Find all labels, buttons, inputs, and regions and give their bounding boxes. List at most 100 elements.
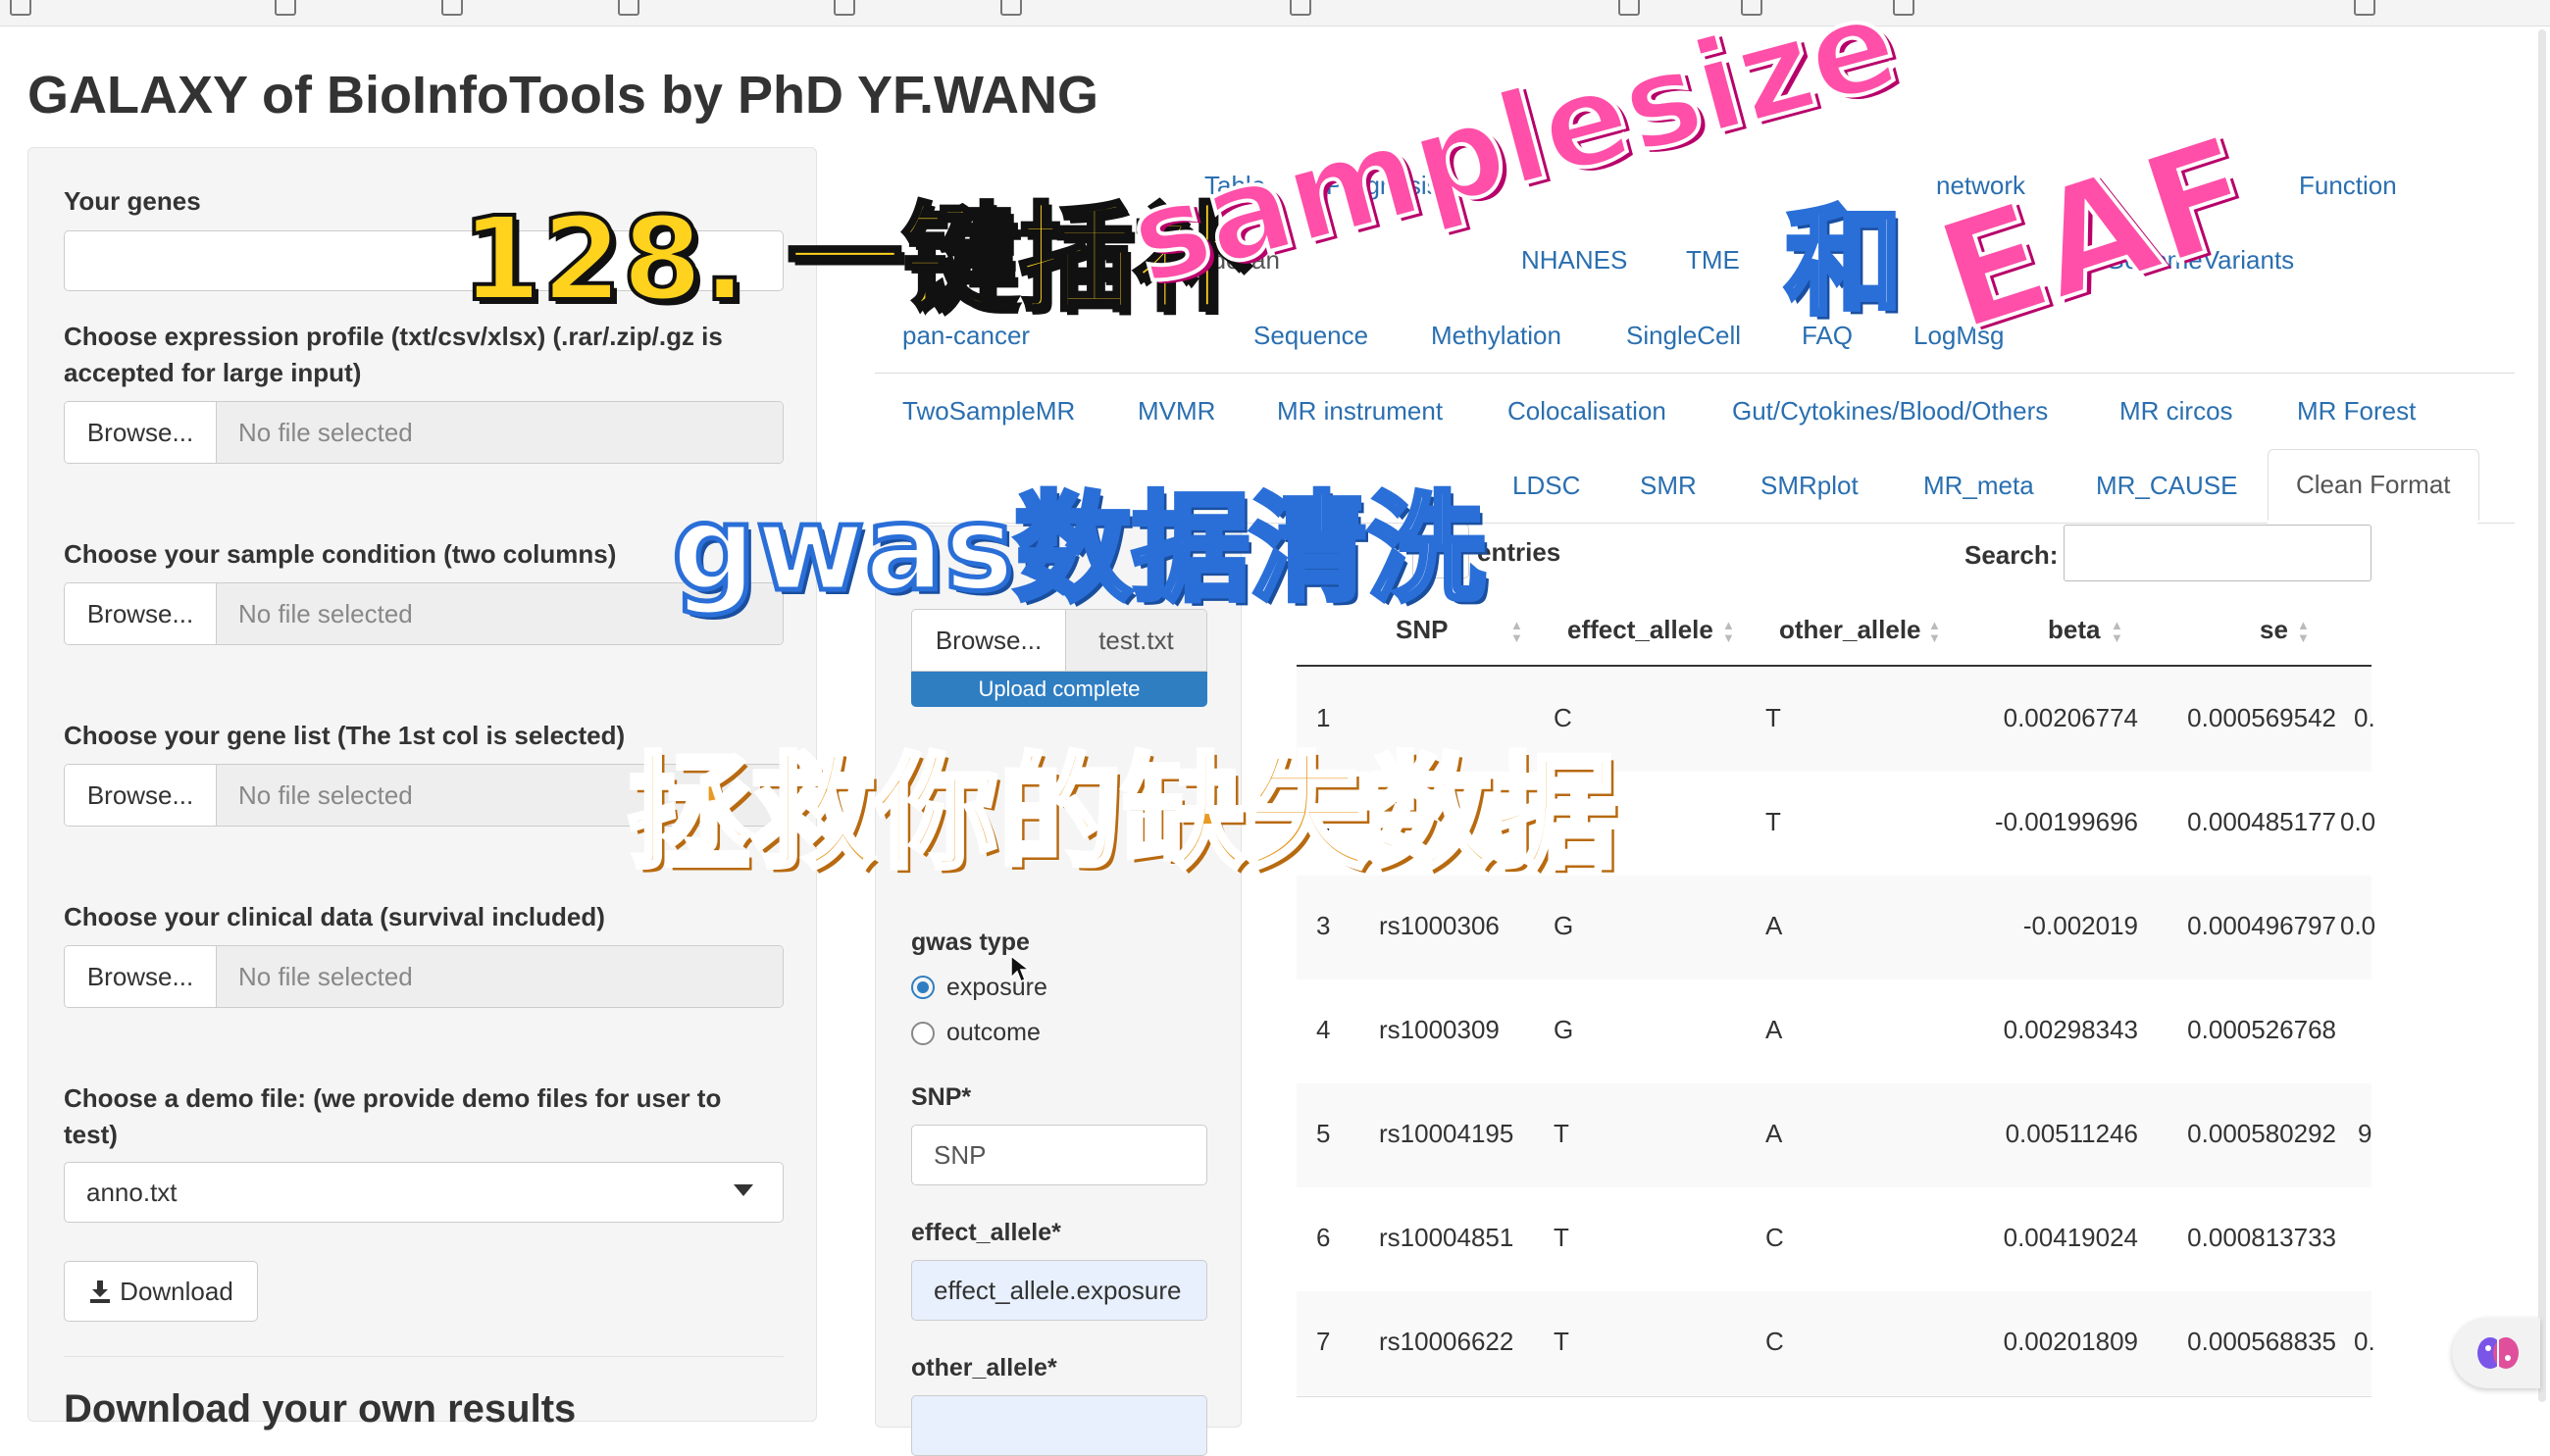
tab-divider	[875, 373, 2515, 374]
cell-extra: 0.0	[2340, 807, 2376, 836]
cell-index: 4	[1316, 1015, 1331, 1044]
cell-index: 6	[1316, 1223, 1331, 1252]
sort-icon[interactable]: ▲ ▼	[2111, 619, 2123, 644]
browse-button[interactable]: Browse...	[65, 765, 217, 826]
download-results-heading: Download your own results	[64, 1387, 577, 1431]
cell-effect-allele: G	[1554, 1015, 1574, 1044]
browse-button[interactable]: Browse...	[65, 583, 217, 644]
bookmarks-bar	[0, 0, 2550, 26]
bookmark-item[interactable]	[834, 0, 867, 18]
folder-icon	[834, 0, 855, 16]
tab-nhanes[interactable]: NHANES	[1521, 245, 1627, 276]
folder-icon	[1290, 0, 1311, 16]
tab-smrplot[interactable]: SMRplot	[1760, 471, 1859, 501]
cell-other-allele: A	[1765, 1015, 1783, 1044]
tab-mr-circos[interactable]: MR circos	[2119, 396, 2233, 427]
header-other-allele[interactable]: other_allele	[1779, 615, 1921, 645]
caption-and: 和	[1783, 193, 1906, 334]
tab-mr-forest[interactable]: MR Forest	[2297, 396, 2416, 427]
table-row[interactable]: 5 rs10004195 T A 0.00511246 0.000580292 …	[1297, 1083, 2372, 1187]
cell-beta: 0.00419024	[2003, 1223, 2138, 1252]
effect-allele-label: effect_allele*	[911, 1219, 1061, 1246]
folder-icon	[275, 0, 296, 16]
demo-file-label: Choose a demo file: (we provide demo fil…	[64, 1083, 722, 1113]
bookmark-item[interactable]	[1290, 0, 1323, 18]
expression-label-2: accepted for large input)	[64, 358, 362, 387]
tab-colocalisation[interactable]: Colocalisation	[1507, 396, 1666, 427]
tab-function[interactable]: Function	[2299, 171, 2397, 201]
download-label: Download	[120, 1276, 233, 1306]
sort-icon[interactable]: ▲ ▼	[2297, 619, 2310, 644]
folder-icon	[618, 0, 639, 16]
header-effect-allele[interactable]: effect_allele	[1567, 615, 1713, 645]
radio-exposure[interactable]	[911, 976, 935, 999]
browse-button[interactable]: Browse...	[65, 946, 217, 1007]
caption-eaf: EAF	[1918, 103, 2274, 367]
bookmark-item[interactable]	[618, 0, 651, 18]
cell-other-allele: T	[1765, 703, 1781, 732]
tab-twosamplemr[interactable]: TwoSampleMR	[902, 396, 1075, 427]
tab-ldsc[interactable]: LDSC	[1512, 471, 1580, 501]
cell-index: 5	[1316, 1119, 1331, 1148]
demo-file-select[interactable]: anno.txt	[64, 1162, 784, 1223]
bookmark-item[interactable]	[2354, 0, 2387, 18]
tab-methylation[interactable]: Methylation	[1431, 321, 1561, 351]
bookmark-item[interactable]	[275, 0, 308, 18]
table-row[interactable]: 4 rs1000309 G A 0.00298343 0.000526768	[1297, 979, 2372, 1083]
header-se[interactable]: se	[2260, 615, 2288, 645]
tab-smr[interactable]: SMR	[1640, 471, 1697, 501]
table-row[interactable]: 7 rs10006622 T C 0.00201809 0.000568835 …	[1297, 1291, 2375, 1395]
sort-icon[interactable]: ▲ ▼	[1510, 619, 1523, 644]
download-button[interactable]: Download	[64, 1261, 258, 1322]
other-allele-input[interactable]	[911, 1395, 1207, 1456]
header-beta[interactable]: beta	[2048, 615, 2100, 645]
sort-icon[interactable]: ▲ ▼	[1722, 619, 1735, 644]
cell-snp: rs10006622	[1379, 1327, 1514, 1356]
tab-mr-cause[interactable]: MR_CAUSE	[2096, 471, 2237, 501]
cell-beta: 0.00298343	[2003, 1015, 2138, 1044]
tab-mr-instrument[interactable]: MR instrument	[1277, 396, 1443, 427]
tab-divider	[2477, 523, 2515, 524]
scrollbar[interactable]	[2538, 29, 2546, 1402]
search-input[interactable]	[2064, 525, 2372, 581]
tab-mvmr[interactable]: MVMR	[1138, 396, 1215, 427]
radio-outcome[interactable]	[911, 1022, 935, 1045]
cell-index: 3	[1316, 911, 1331, 940]
genes-label: Your genes	[64, 186, 201, 216]
chevron-down-icon	[734, 1184, 753, 1196]
brain-icon	[2477, 1337, 2519, 1369]
folder-icon	[441, 0, 463, 16]
sort-icon[interactable]: ▲ ▼	[1928, 619, 1941, 644]
gene-list-label: Choose your gene list (The 1st col is se…	[64, 721, 626, 750]
tab-sequence[interactable]: Sequence	[1253, 321, 1368, 351]
tab-singlecell[interactable]: SingleCell	[1626, 321, 1741, 351]
bookmark-item[interactable]	[1618, 0, 1652, 18]
cell-other-allele: T	[1765, 807, 1781, 836]
download-icon	[90, 1280, 111, 1303]
bookmark-item[interactable]	[1000, 0, 1034, 18]
cell-se: 0.000485177	[2187, 807, 2336, 836]
upload-progress-bar: Upload complete	[911, 672, 1207, 707]
bookmark-item[interactable]	[10, 0, 43, 18]
cell-snp: rs1000309	[1379, 1015, 1500, 1044]
tab-gut-cytokines[interactable]: Gut/Cytokines/Blood/Others	[1732, 396, 2048, 427]
tab-tme[interactable]: TME	[1686, 245, 1740, 276]
browse-button[interactable]: Browse...	[65, 402, 217, 463]
divider	[64, 1356, 784, 1357]
table-row[interactable]: 6 rs10004851 T C 0.00419024 0.000813733	[1297, 1187, 2372, 1291]
cell-effect-allele: T	[1554, 1119, 1569, 1148]
tab-mr-meta[interactable]: MR_meta	[1923, 471, 2034, 501]
effect-allele-input[interactable]: effect_allele.exposure	[911, 1260, 1207, 1321]
clinical-file-input[interactable]: Browse... No file selected	[64, 945, 784, 1008]
bookmark-item[interactable]	[1893, 0, 1926, 18]
radio-dot	[917, 981, 929, 993]
cell-extra: 9	[2358, 1119, 2372, 1148]
table-header-rule	[1297, 665, 2372, 667]
snp-input[interactable]: SNP	[911, 1125, 1207, 1185]
bookmark-item[interactable]	[441, 0, 475, 18]
assistant-button[interactable]	[2452, 1318, 2540, 1388]
cell-extra: 0.0	[2340, 911, 2376, 940]
tab-clean-format[interactable]: Clean Format	[2268, 449, 2479, 521]
clean-format-form: Browse... test.txt Upload complete gwas …	[875, 526, 1242, 1456]
cell-se: 0.000580292	[2187, 1119, 2336, 1148]
